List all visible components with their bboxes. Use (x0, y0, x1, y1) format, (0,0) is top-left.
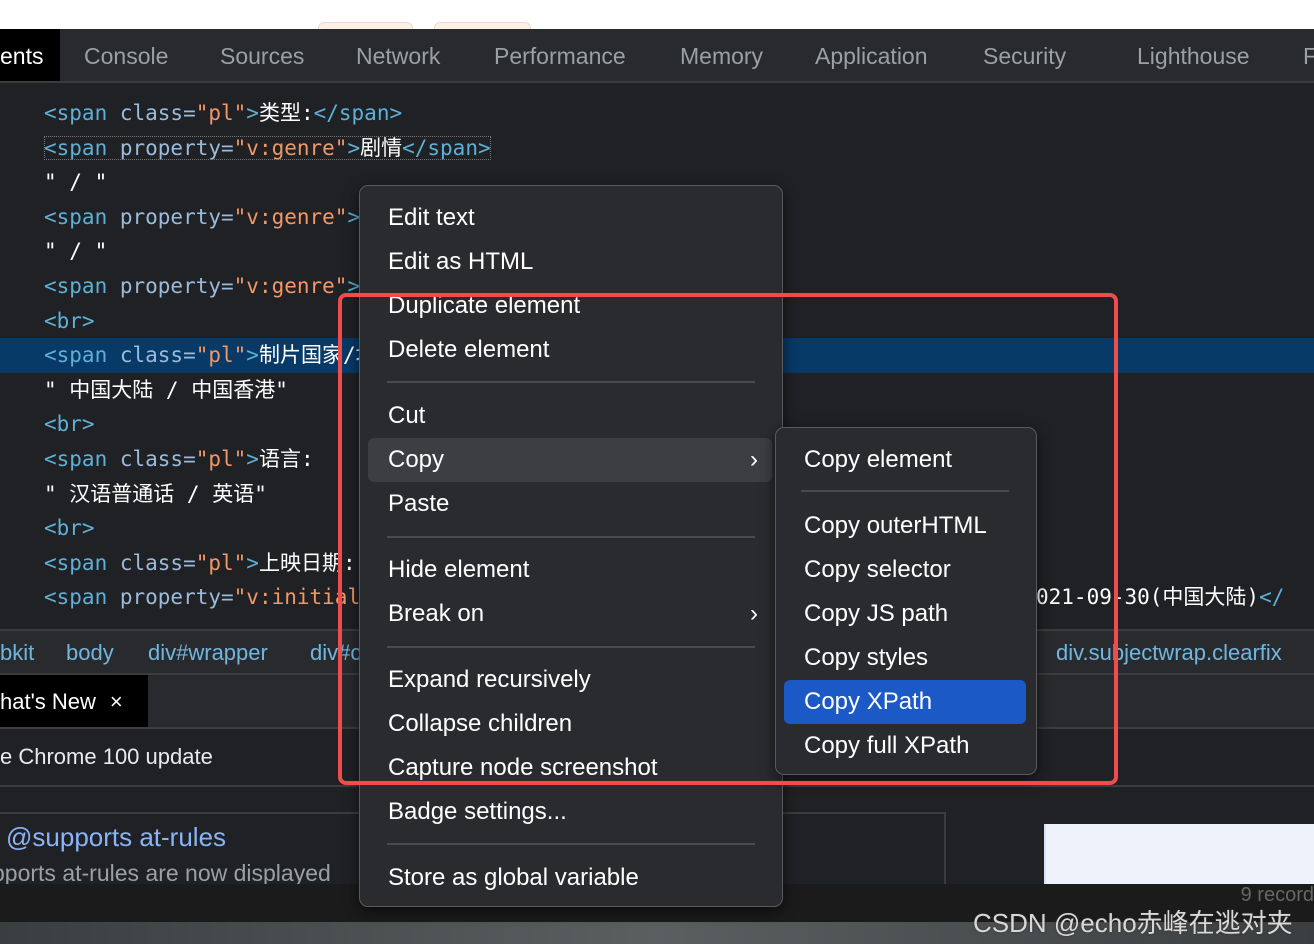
tab-more[interactable]: F (1303, 29, 1314, 81)
release-date-text: 021-09-30(中国大陆) (1036, 585, 1260, 610)
menu-item-copy-element[interactable]: Copy element (784, 438, 1026, 482)
tab-elements[interactable]: ents (0, 29, 60, 81)
close-icon[interactable]: × (110, 689, 123, 714)
menu-item-cut[interactable]: Cut (368, 394, 772, 438)
breadcrumb-item[interactable]: div.subjectwrap.clearfix (1056, 631, 1282, 675)
breadcrumb-item[interactable]: div#wrapper (148, 631, 268, 675)
menu-item-duplicate-element[interactable]: Duplicate element (368, 284, 772, 328)
menu-item-edit-text[interactable]: Edit text (368, 196, 772, 240)
menu-separator (387, 843, 755, 845)
tab-performance[interactable]: Performance (494, 29, 626, 81)
menu-item-edit-as-html[interactable]: Edit as HTML (368, 240, 772, 284)
menu-separator (387, 381, 755, 383)
menu-item-badge-settings[interactable]: Badge settings... (368, 790, 772, 834)
dom-node[interactable]: <span class="pl">类型:</span> (0, 96, 1314, 131)
tab-network[interactable]: Network (356, 29, 440, 81)
menu-item-copy-styles[interactable]: Copy styles (784, 636, 1026, 680)
copy-submenu: Copy element Copy outerHTML Copy selecto… (775, 427, 1037, 775)
tab-label: hat's New (0, 689, 96, 714)
menu-item-copy-js-path[interactable]: Copy JS path (784, 592, 1026, 636)
tab-console[interactable]: Console (84, 29, 168, 81)
tab-security[interactable]: Security (983, 29, 1066, 81)
tab-whats-new[interactable]: hat's New × (0, 675, 148, 727)
tab-sources[interactable]: Sources (220, 29, 304, 81)
browser-top-strip (0, 0, 1314, 29)
menu-item-copy-xpath[interactable]: Copy XPath (784, 680, 1026, 724)
menu-item-label: Copy (388, 446, 445, 473)
tab-memory[interactable]: Memory (680, 29, 763, 81)
watermark: CSDN @echo赤峰在逃对夹 (973, 908, 1293, 938)
dom-node[interactable]: <span property="v:genre">剧情</span> (0, 131, 1314, 166)
chevron-right-icon: › (750, 446, 758, 473)
menu-separator (387, 646, 755, 648)
menu-item-copy-selector[interactable]: Copy selector (784, 548, 1026, 592)
menu-item-copy[interactable]: Copy › (368, 438, 772, 482)
tab-lighthouse[interactable]: Lighthouse (1137, 29, 1250, 81)
menu-item-copy-outerhtml[interactable]: Copy outerHTML (784, 504, 1026, 548)
breadcrumb-item[interactable]: bkit (0, 631, 34, 675)
menu-item-break-on[interactable]: Break on › (368, 592, 772, 636)
menu-item-store-as-global-variable[interactable]: Store as global variable (368, 856, 772, 900)
menu-item-collapse-children[interactable]: Collapse children (368, 702, 772, 746)
menu-separator (801, 490, 1009, 492)
devtools-tab-bar: ents Console Sources Network Performance… (0, 29, 1314, 83)
menu-item-label: Break on (388, 600, 485, 627)
menu-item-expand-recursively[interactable]: Expand recursively (368, 658, 772, 702)
feature-description: pports at-rules are now displayed (0, 860, 331, 884)
menu-item-delete-element[interactable]: Delete element (368, 328, 772, 372)
menu-item-hide-element[interactable]: Hide element (368, 548, 772, 592)
menu-item-paste[interactable]: Paste (368, 482, 772, 526)
menu-item-capture-node-screenshot[interactable]: Capture node screenshot (368, 746, 772, 790)
tab-application[interactable]: Application (815, 29, 928, 81)
context-menu: Edit text Edit as HTML Duplicate element… (359, 185, 783, 907)
menu-separator (387, 536, 755, 538)
feature-image (1044, 824, 1314, 884)
feature-title-link[interactable]: @supports at-rules (6, 822, 226, 853)
breadcrumb-item[interactable]: body (66, 631, 114, 675)
chevron-right-icon: › (750, 600, 758, 627)
menu-item-copy-full-xpath[interactable]: Copy full XPath (784, 724, 1026, 768)
